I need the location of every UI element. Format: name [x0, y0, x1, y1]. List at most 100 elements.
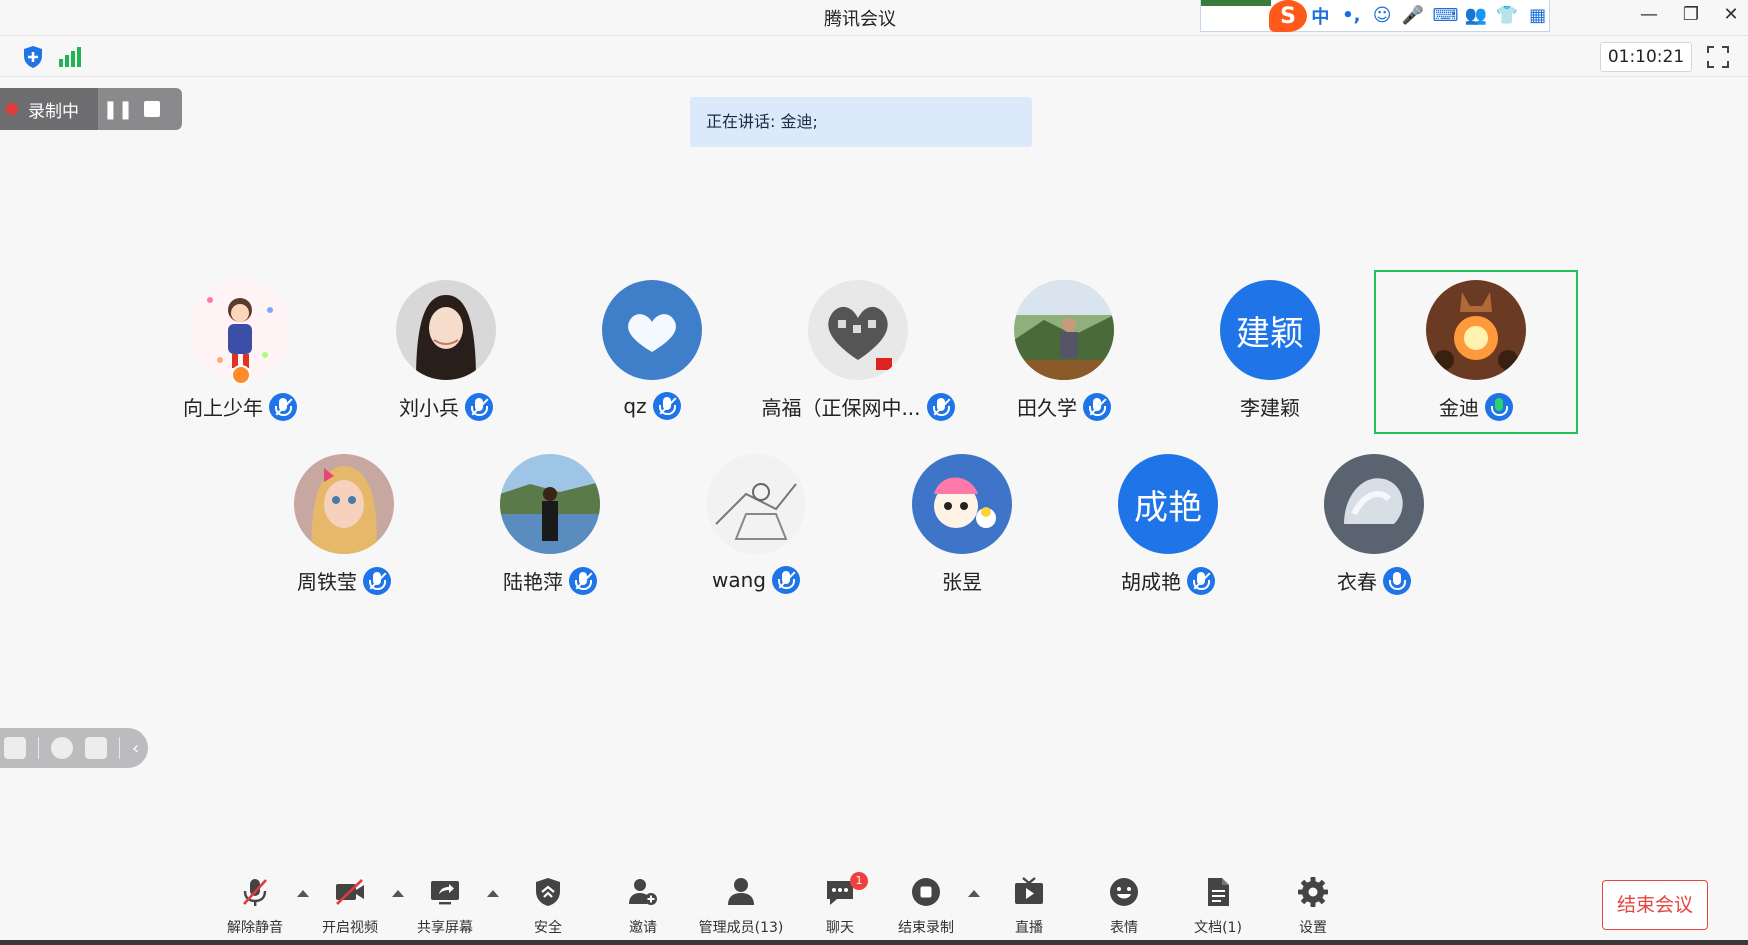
mic-off-icon	[243, 879, 267, 906]
emoji-button[interactable]: 表情	[1074, 876, 1174, 938]
participant-tile[interactable]: 向上少年	[140, 272, 340, 432]
host-badge-icon	[231, 365, 251, 385]
invite-button[interactable]: 邀请	[593, 876, 693, 938]
participant-tile[interactable]: 成艳 胡成艳	[1068, 446, 1268, 606]
avatar: 成艳	[1118, 454, 1218, 554]
participant-name: 陆艳萍	[503, 570, 563, 594]
participant-name-row: 陆艳萍	[450, 566, 650, 595]
ime-logo[interactable]: S	[1269, 0, 1307, 32]
title-bar: 腾讯会议 S 中 •, ☺ 🎤 ⌨ 👥 👕 ▦ — ❐ ✕	[0, 0, 1748, 36]
settings-button[interactable]: 设置	[1263, 876, 1363, 938]
end-recording-button[interactable]: 结束录制	[876, 876, 976, 938]
participant-name-row: qz	[552, 392, 752, 420]
participant-name: 周铁莹	[297, 570, 357, 594]
mic-muted-icon	[363, 566, 391, 595]
settings-label: 设置	[1299, 920, 1327, 936]
end-meeting-button[interactable]: 结束会议	[1602, 880, 1708, 930]
pause-icon[interactable]: ❚❚	[98, 99, 138, 120]
chat-bubble-icon[interactable]	[85, 737, 107, 759]
shield-icon[interactable]	[22, 45, 44, 69]
participant-tile[interactable]: 陆艳萍	[450, 446, 650, 606]
mic-on-icon	[1383, 566, 1411, 595]
record-dot-icon	[6, 103, 18, 115]
docs-button[interactable]: 文档(1)	[1168, 876, 1268, 938]
layout-icon[interactable]	[4, 737, 26, 759]
avatar	[808, 280, 908, 380]
close-icon[interactable]: ✕	[1716, 4, 1746, 25]
add-user-icon	[629, 879, 657, 905]
share-screen-icon	[431, 881, 459, 905]
participant-name: 李建颖	[1240, 396, 1300, 420]
participant-tile[interactable]: 刘小兵	[346, 272, 546, 432]
participant-name: 衣春	[1337, 570, 1377, 594]
ime-mode-icon[interactable]: 中	[1309, 3, 1332, 29]
avatar	[500, 454, 600, 554]
participant-tile[interactable]: 衣春	[1274, 446, 1474, 606]
participant-tile[interactable]: 张昱	[862, 446, 1062, 606]
ime-emoji-icon[interactable]: ☺	[1371, 5, 1394, 26]
ime-user-icon[interactable]: 👥	[1464, 5, 1487, 26]
mic-muted-icon	[652, 392, 681, 420]
participant-name: 高福（正保网中...	[761, 396, 921, 420]
divider	[38, 737, 39, 759]
participant-name: wang	[712, 568, 766, 592]
participant-tile[interactable]: 田久学	[964, 272, 1164, 432]
ime-voice-icon[interactable]: 🎤	[1402, 5, 1425, 26]
ime-skin-icon[interactable]: 👕	[1495, 5, 1518, 26]
chat-label: 聊天	[826, 920, 854, 936]
mic-muted-icon	[771, 566, 800, 594]
ime-indicator	[1201, 0, 1271, 6]
participant-name: 刘小兵	[399, 396, 459, 420]
live-button[interactable]: 直播	[979, 876, 1079, 938]
participant-tile-active-speaker[interactable]: 金迪	[1374, 270, 1578, 434]
unmute-label: 解除静音	[227, 920, 283, 936]
share-screen-button[interactable]: 共享屏幕	[395, 876, 495, 938]
mic-muted-icon	[1187, 566, 1215, 595]
divider	[119, 737, 120, 759]
participant-name: 向上少年	[183, 396, 263, 420]
participant-name-row: 刘小兵	[346, 392, 546, 421]
chat-button[interactable]: 1 聊天	[790, 872, 890, 938]
participant-tile[interactable]: 建颖 李建颖	[1170, 272, 1370, 432]
minimize-icon[interactable]: —	[1634, 4, 1664, 25]
participant-name: 田久学	[1017, 396, 1077, 420]
ime-menu-icon[interactable]: ▦	[1526, 5, 1549, 26]
camera-off-icon	[336, 879, 364, 905]
collapse-icon[interactable]: ‹	[132, 738, 139, 759]
mic-muted-icon	[1083, 392, 1111, 421]
avatar	[294, 454, 394, 554]
unmute-button[interactable]: 解除静音	[205, 876, 305, 938]
live-label: 直播	[1015, 920, 1043, 936]
ime-punct-icon[interactable]: •,	[1340, 5, 1363, 26]
avatar	[602, 280, 702, 380]
start-video-button[interactable]: 开启视频	[300, 876, 400, 938]
manage-members-button[interactable]: 管理成员(13)	[690, 876, 792, 938]
stop-icon[interactable]	[144, 101, 160, 117]
participant-name-row: 高福（正保网中...	[758, 392, 958, 421]
security-button[interactable]: 安全	[498, 876, 598, 938]
mic-muted-icon	[465, 392, 493, 421]
participant-name-row: 张昱	[862, 566, 1062, 595]
participant-tile[interactable]: 周铁莹	[244, 446, 444, 606]
mic-muted-icon	[569, 566, 597, 595]
ime-keyboard-icon[interactable]: ⌨	[1432, 5, 1458, 26]
participant-tile[interactable]: 高福（正保网中...	[758, 272, 958, 432]
fullscreen-icon[interactable]	[1706, 45, 1730, 69]
emoji-icon[interactable]	[51, 737, 73, 759]
participant-tile[interactable]: wang	[656, 446, 856, 606]
participant-name: qz	[623, 394, 647, 418]
share-screen-label: 共享屏幕	[417, 920, 473, 936]
restore-icon[interactable]: ❐	[1676, 4, 1706, 25]
participant-name-row: 胡成艳	[1068, 566, 1268, 595]
avatar	[1014, 280, 1114, 380]
avatar: 建颖	[1220, 280, 1320, 380]
avatar	[912, 454, 1012, 554]
recording-control: 录制中 ❚❚	[0, 88, 182, 130]
signal-icon[interactable]	[58, 47, 82, 67]
participant-name-row: 金迪	[1376, 392, 1576, 421]
participant-tile[interactable]: qz	[552, 272, 752, 432]
manage-members-label: 管理成员(13)	[698, 920, 784, 936]
recording-status: 录制中	[0, 88, 98, 130]
participant-name-row: 周铁莹	[244, 566, 444, 595]
members-icon	[728, 878, 754, 905]
